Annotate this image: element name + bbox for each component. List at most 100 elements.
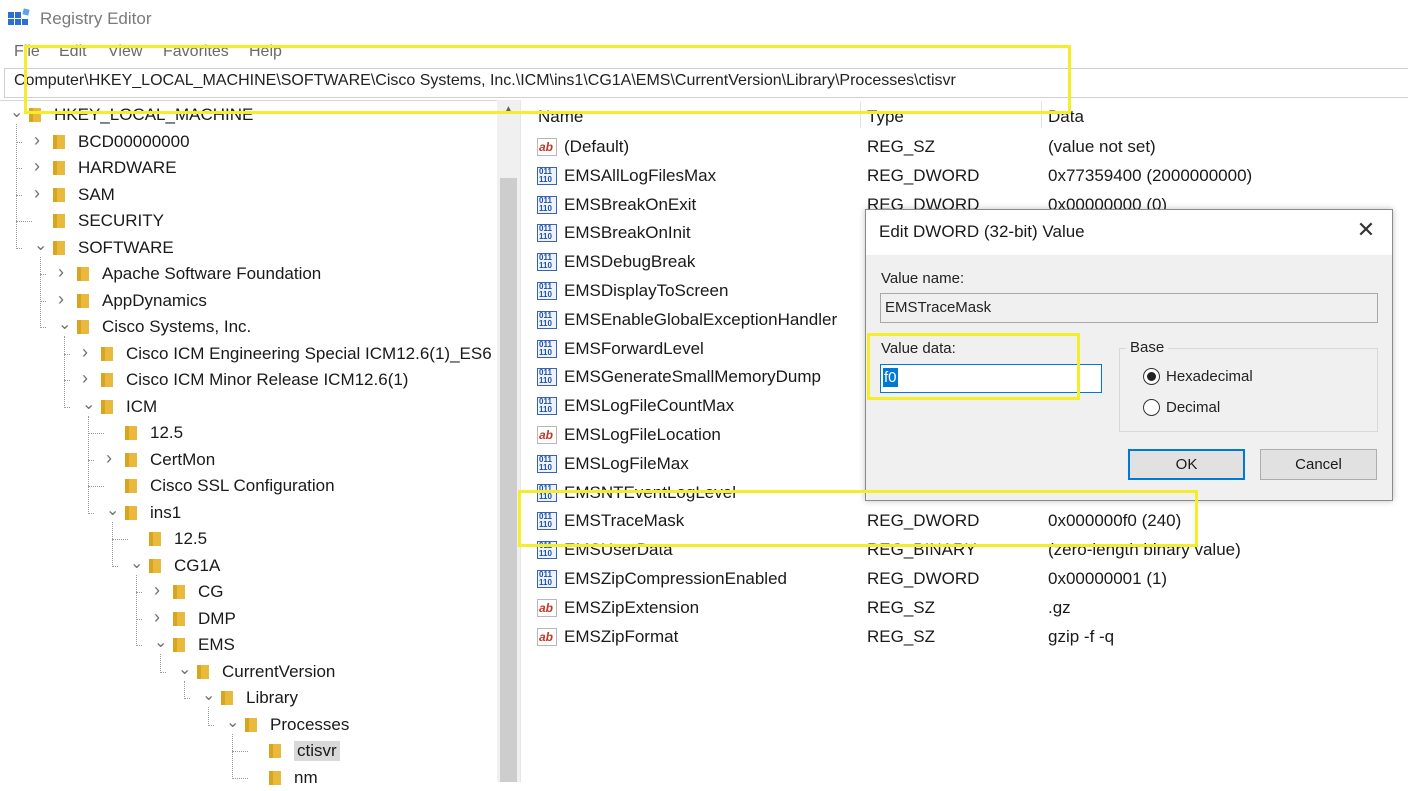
tree-node-label[interactable]: AppDynamics [102, 291, 207, 311]
dword-value-icon: 011 110 [537, 454, 557, 473]
chevron-down-icon[interactable]: ⌄ [58, 314, 71, 333]
hexadecimal-radio[interactable] [1143, 368, 1160, 385]
tree-guide-line [112, 539, 128, 540]
value-type: REG_DWORD [867, 165, 980, 185]
tree-scrollbar-thumb[interactable] [500, 178, 517, 782]
value-row[interactable]: 011 110 EMSZipCompressionEnabled REG_DWORD 0… [534, 564, 1408, 593]
base-group [1119, 348, 1378, 432]
dword-value-icon: 011 110 [537, 282, 557, 300]
value-row[interactable]: ab (Default) REG_SZ (value not set) [534, 132, 1408, 161]
value-row[interactable]: ab EMSZipExtension REG_SZ .gz [534, 593, 1408, 622]
chevron-down-icon[interactable]: ⌄ [154, 632, 167, 651]
tree-guide-line [88, 433, 104, 434]
highlight-box-address [24, 45, 1071, 114]
folder-icon [125, 505, 137, 520]
tree-node-label[interactable]: Cisco SSL Configuration [150, 476, 335, 496]
tree-node-label[interactable]: Apache Software Foundation [102, 264, 321, 284]
tree-guide-line [112, 521, 113, 567]
tree-node-label[interactable]: Processes [270, 715, 349, 735]
folder-icon [77, 293, 89, 308]
folder-icon [77, 267, 89, 281]
tree-node-label[interactable]: Cisco ICM Engineering Special ICM12.6(1)… [126, 344, 492, 364]
tree-guide-line [88, 415, 89, 514]
chevron-right-icon[interactable]: › [106, 448, 118, 468]
hexadecimal-label[interactable]: Hexadecimal [1166, 368, 1253, 385]
title-bar [0, 0, 1408, 38]
folder-icon [53, 240, 65, 255]
value-type: REG_DWORD [867, 569, 980, 588]
chevron-down-icon[interactable]: ⌄ [178, 659, 191, 678]
chevron-right-icon[interactable]: › [82, 342, 94, 362]
chevron-down-icon[interactable]: ⌄ [34, 235, 47, 254]
tree-node-label[interactable]: 12.5 [174, 529, 207, 549]
tree-node-label[interactable]: CertMon [150, 450, 215, 470]
tree-node-label[interactable]: SAM [78, 185, 115, 205]
chevron-down-icon[interactable]: ⌄ [202, 685, 215, 704]
chevron-right-icon[interactable]: › [34, 156, 46, 176]
tree-node-label[interactable]: ICM [126, 397, 157, 417]
tree-node-label[interactable]: EMS [198, 635, 235, 655]
value-type: REG_SZ [867, 137, 936, 156]
decimal-label[interactable]: Decimal [1166, 399, 1220, 416]
value-name: EMSDisplayToScreen [564, 281, 729, 300]
string-value-icon: ab [537, 138, 557, 156]
tree-node-label[interactable]: SECURITY [78, 211, 164, 231]
chevron-right-icon[interactable]: › [82, 368, 94, 388]
tree-node-label[interactable]: SOFTWARE [78, 238, 174, 258]
chevron-right-icon[interactable]: › [58, 289, 70, 309]
chevron-down-icon[interactable]: ⌄ [106, 500, 119, 519]
chevron-right-icon[interactable]: › [154, 607, 166, 627]
tree-guide-line [136, 574, 137, 646]
chevron-down-icon[interactable]: ⌄ [82, 394, 95, 413]
tree-node-label[interactable]: nm [294, 768, 318, 788]
value-data: 0x00000001 (1) [1048, 569, 1168, 588]
value-data: 0x77359400 (2000000000) [1048, 165, 1253, 185]
tree-node-label[interactable]: 12.5 [150, 423, 183, 443]
pane-splitter[interactable] [520, 100, 530, 782]
cancel-button[interactable]: Cancel [1260, 449, 1377, 480]
folder-icon [149, 532, 161, 546]
folder-icon [125, 426, 137, 440]
ok-button[interactable]: OK [1128, 449, 1245, 480]
tree-node-label[interactable]: CG [198, 582, 224, 602]
tree-node-label[interactable]: DMP [198, 609, 236, 629]
folder-icon [173, 585, 185, 599]
dword-value-icon: 011 110 [537, 310, 557, 329]
folder-icon [101, 346, 113, 361]
folder-icon [173, 638, 185, 652]
chevron-down-icon[interactable]: ⌄ [10, 102, 23, 121]
tree-guide-line [232, 751, 248, 752]
tree-node-label[interactable]: Library [246, 688, 298, 708]
dword-value-icon: 011 110 [537, 339, 557, 358]
highlight-box-value-data [867, 333, 1080, 400]
chevron-right-icon[interactable]: › [58, 262, 70, 282]
tree-node-label[interactable]: BCD00000000 [78, 132, 190, 152]
close-icon[interactable]: ✕ [1353, 217, 1379, 243]
tree-node-label[interactable]: ins1 [150, 503, 181, 523]
chevron-down-icon[interactable]: ⌄ [130, 553, 143, 572]
window-title: Registry Editor [40, 9, 152, 28]
tree-node-label[interactable]: HARDWARE [78, 158, 177, 178]
tree-node-label[interactable]: CG1A [174, 556, 220, 576]
tree-node-label[interactable]: CurrentVersion [222, 662, 335, 682]
tree-node-label[interactable]: ctisvr [294, 741, 340, 761]
dword-value-icon: 011 110 [537, 195, 557, 214]
value-data: (value not set) [1048, 137, 1156, 156]
chevron-right-icon[interactable]: › [154, 580, 166, 600]
value-name: EMSLogFileMax [564, 453, 689, 473]
value-row[interactable]: 011 110 EMSAllLogFilesMax REG_DWORD 0x773594… [534, 161, 1408, 190]
folder-icon [101, 399, 113, 414]
chevron-right-icon[interactable]: › [34, 130, 46, 150]
value-name-label: Value name: [881, 270, 965, 287]
folder-icon [53, 214, 65, 228]
folder-icon [77, 320, 89, 334]
decimal-radio[interactable] [1143, 399, 1160, 416]
folder-icon [149, 558, 161, 573]
value-name: EMSDebugBreak [564, 252, 696, 272]
chevron-right-icon[interactable]: › [34, 183, 46, 203]
value-row[interactable]: ab EMSZipFormat REG_SZ gzip -f -q [534, 622, 1408, 651]
chevron-down-icon[interactable]: ⌄ [226, 712, 239, 731]
tree-node-label[interactable]: Cisco ICM Minor Release ICM12.6(1) [126, 370, 408, 390]
tree-node-label[interactable]: Cisco Systems, Inc. [102, 317, 251, 337]
value-name: EMSZipCompressionEnabled [564, 569, 787, 588]
